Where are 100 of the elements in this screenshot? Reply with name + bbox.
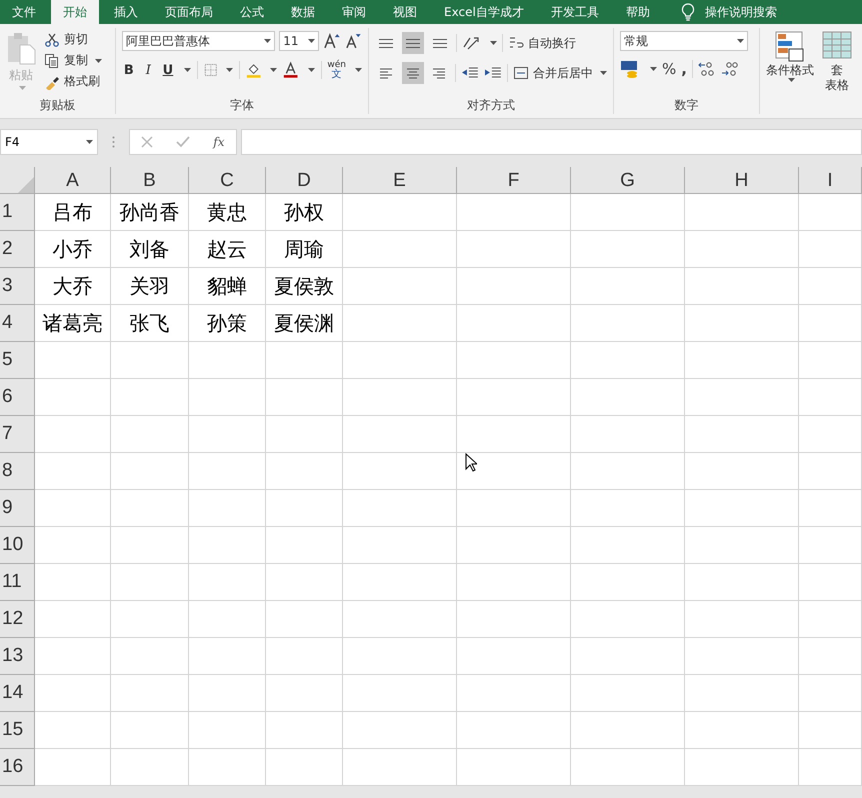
table-cell[interactable] bbox=[111, 712, 189, 749]
table-cell[interactable] bbox=[35, 638, 111, 675]
table-cell[interactable] bbox=[189, 712, 266, 749]
table-cell[interactable] bbox=[571, 490, 685, 527]
number-format-dropdown[interactable]: 常规 bbox=[620, 31, 748, 51]
table-cell[interactable] bbox=[111, 342, 189, 379]
ribbon-tab[interactable]: 公式 bbox=[228, 0, 276, 24]
row-header[interactable]: 13 bbox=[0, 638, 35, 675]
wrap-text-button[interactable]: 自动换行 bbox=[508, 34, 576, 52]
increase-decimal-icon[interactable] bbox=[698, 61, 716, 77]
column-header[interactable]: E bbox=[343, 167, 457, 193]
table-cell[interactable] bbox=[343, 601, 457, 638]
table-cell[interactable] bbox=[111, 379, 189, 416]
table-cell[interactable] bbox=[685, 268, 799, 305]
decrease-font-size-icon[interactable] bbox=[344, 32, 362, 50]
table-cell[interactable] bbox=[266, 638, 343, 675]
table-cell[interactable] bbox=[343, 231, 457, 268]
table-cell[interactable] bbox=[685, 601, 799, 638]
table-cell[interactable]: 孙策 bbox=[189, 305, 266, 342]
table-cell[interactable] bbox=[799, 601, 862, 638]
table-cell[interactable] bbox=[343, 194, 457, 231]
table-cell[interactable] bbox=[457, 379, 571, 416]
checkmark-icon[interactable] bbox=[176, 136, 190, 148]
table-cell[interactable] bbox=[111, 564, 189, 601]
bold-button[interactable]: B bbox=[122, 62, 136, 78]
table-cell[interactable] bbox=[685, 194, 799, 231]
table-cell[interactable] bbox=[343, 490, 457, 527]
ribbon-tab[interactable]: 页面布局 bbox=[153, 0, 225, 24]
table-cell[interactable] bbox=[571, 268, 685, 305]
table-cell[interactable] bbox=[799, 268, 862, 305]
table-cell[interactable] bbox=[111, 749, 189, 786]
column-header[interactable]: A bbox=[35, 167, 111, 193]
table-cell[interactable] bbox=[111, 675, 189, 712]
borders-icon[interactable] bbox=[204, 62, 218, 78]
table-cell[interactable]: 张飞 bbox=[111, 305, 189, 342]
comma-style-button[interactable]: , bbox=[681, 60, 687, 78]
table-cell[interactable]: 夏侯渊 bbox=[266, 305, 343, 342]
merge-center-button[interactable]: 合并后居中 bbox=[512, 64, 607, 82]
row-header[interactable]: 5 bbox=[0, 342, 35, 379]
ribbon-tab[interactable]: 审阅 bbox=[330, 0, 378, 24]
table-cell[interactable] bbox=[685, 749, 799, 786]
column-header[interactable]: C bbox=[189, 167, 266, 193]
column-header[interactable]: H bbox=[685, 167, 799, 193]
table-cell[interactable] bbox=[343, 268, 457, 305]
table-cell[interactable] bbox=[799, 712, 862, 749]
table-cell[interactable] bbox=[266, 601, 343, 638]
formula-input[interactable] bbox=[241, 129, 862, 155]
table-cell[interactable] bbox=[799, 342, 862, 379]
table-cell[interactable] bbox=[343, 564, 457, 601]
row-header[interactable]: 7 bbox=[0, 416, 35, 453]
table-cell[interactable] bbox=[571, 231, 685, 268]
column-header[interactable]: G bbox=[571, 167, 685, 193]
table-cell[interactable] bbox=[343, 342, 457, 379]
table-cell[interactable] bbox=[189, 379, 266, 416]
vertical-align-button[interactable] bbox=[402, 32, 424, 54]
table-cell[interactable] bbox=[799, 564, 862, 601]
table-cell[interactable] bbox=[685, 342, 799, 379]
table-cell[interactable] bbox=[685, 231, 799, 268]
table-cell[interactable] bbox=[571, 527, 685, 564]
table-cell[interactable] bbox=[35, 564, 111, 601]
tell-me-search[interactable]: 操作说明搜索 bbox=[704, 4, 777, 20]
table-cell[interactable] bbox=[457, 601, 571, 638]
table-cell[interactable] bbox=[799, 305, 862, 342]
table-cell[interactable] bbox=[111, 453, 189, 490]
table-cell[interactable] bbox=[799, 638, 862, 675]
table-cell[interactable] bbox=[685, 675, 799, 712]
table-cell[interactable]: 吕布 bbox=[35, 194, 111, 231]
drag-handle-icon[interactable] bbox=[112, 136, 115, 148]
table-cell[interactable] bbox=[35, 342, 111, 379]
table-cell[interactable] bbox=[685, 638, 799, 675]
font-name-dropdown[interactable]: 阿里巴巴普惠体 bbox=[122, 31, 276, 51]
table-cell[interactable] bbox=[189, 453, 266, 490]
caret-icon[interactable] bbox=[308, 68, 315, 72]
table-cell[interactable] bbox=[799, 490, 862, 527]
table-cell[interactable] bbox=[457, 675, 571, 712]
table-cell[interactable] bbox=[343, 416, 457, 453]
table-cell[interactable] bbox=[685, 379, 799, 416]
row-header[interactable]: 2 bbox=[0, 231, 35, 268]
table-cell[interactable] bbox=[35, 712, 111, 749]
caret-icon[interactable] bbox=[354, 68, 362, 72]
row-header[interactable]: 6 bbox=[0, 379, 35, 416]
table-cell[interactable] bbox=[571, 601, 685, 638]
table-cell[interactable] bbox=[266, 712, 343, 749]
table-cell[interactable] bbox=[35, 527, 111, 564]
format-as-table-button[interactable]: 套 表格 bbox=[822, 31, 852, 114]
table-cell[interactable] bbox=[571, 342, 685, 379]
table-cell[interactable] bbox=[35, 749, 111, 786]
table-cell[interactable]: 刘备 bbox=[111, 231, 189, 268]
horizontal-align-button[interactable] bbox=[402, 62, 424, 84]
table-cell[interactable] bbox=[343, 453, 457, 490]
ribbon-tab[interactable]: 开发工具 bbox=[538, 0, 611, 24]
table-cell[interactable] bbox=[343, 749, 457, 786]
table-cell[interactable] bbox=[685, 564, 799, 601]
table-cell[interactable] bbox=[571, 379, 685, 416]
phonetic-guide-button[interactable]: wén 文 bbox=[327, 61, 346, 79]
row-header[interactable]: 9 bbox=[0, 490, 35, 527]
table-cell[interactable] bbox=[799, 379, 862, 416]
cancel-icon[interactable] bbox=[141, 136, 154, 148]
table-cell[interactable] bbox=[571, 416, 685, 453]
table-cell[interactable]: 孙权 bbox=[266, 194, 343, 231]
